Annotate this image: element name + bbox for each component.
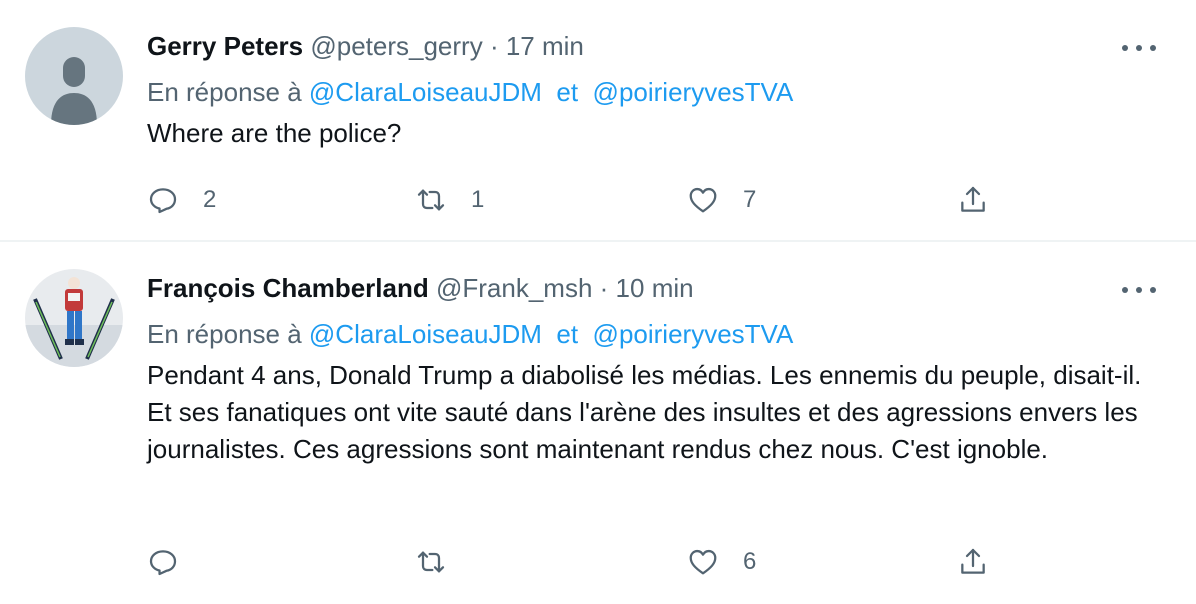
avatar-ski-jumper[interactable] xyxy=(25,269,123,367)
like-count: 6 xyxy=(743,548,757,575)
reply-button[interactable] xyxy=(147,542,203,582)
tweet-time[interactable]: 17 min xyxy=(506,31,584,61)
separator-dot: · xyxy=(599,273,609,303)
reply-context: En réponse à @ClaraLoiseauJDM et @poirie… xyxy=(147,74,1156,110)
tweet-text: Where are the police? xyxy=(147,118,402,148)
default-user-icon xyxy=(25,27,123,125)
heart-icon xyxy=(689,187,717,213)
author-handle[interactable]: @peters_gerry xyxy=(310,31,482,61)
reply-icon xyxy=(149,550,177,576)
author-handle[interactable]: @Frank_msh xyxy=(436,273,592,303)
share-button[interactable] xyxy=(957,542,989,582)
retweet-count: 1 xyxy=(471,186,485,213)
like-button[interactable]: 6 xyxy=(687,542,756,582)
tweet-gerry-peters[interactable]: Gerry Peters @peters_gerry · 17 min En r… xyxy=(0,0,1196,240)
tweet-francois-chamberland[interactable]: François Chamberland @Frank_msh · 10 min… xyxy=(0,242,1196,604)
tweet-header: Gerry Peters @peters_gerry · 17 min xyxy=(147,28,1156,64)
tweet-content: François Chamberland @Frank_msh · 10 min… xyxy=(147,270,1156,468)
heart-icon xyxy=(689,549,717,575)
reply-prefix: En réponse à xyxy=(147,77,302,107)
share-icon xyxy=(961,186,985,212)
ski-jumper-avatar-image xyxy=(25,269,123,367)
reply-button[interactable]: 2 xyxy=(147,180,216,220)
tweet-text: Pendant 4 ans, Donald Trump a diabolisé … xyxy=(147,360,1142,464)
more-icon[interactable] xyxy=(1122,280,1156,300)
reply-context: En réponse à @ClaraLoiseauJDM et @poirie… xyxy=(147,316,1156,352)
reply-icon xyxy=(149,188,177,214)
author-name[interactable]: François Chamberland xyxy=(147,273,429,303)
mention-link[interactable]: @poirieryvesTVA xyxy=(593,77,794,107)
avatar-default[interactable] xyxy=(25,27,123,125)
retweet-button[interactable]: 1 xyxy=(415,180,484,220)
more-icon[interactable] xyxy=(1122,38,1156,58)
separator-dot: · xyxy=(489,31,499,61)
share-icon xyxy=(961,548,985,574)
reply-count: 2 xyxy=(203,186,217,213)
reply-conjunction: et xyxy=(556,77,579,107)
tweet-time[interactable]: 10 min xyxy=(616,273,694,303)
tweet-content: Gerry Peters @peters_gerry · 17 min En r… xyxy=(147,28,1156,152)
tweet-header: François Chamberland @Frank_msh · 10 min xyxy=(147,270,1156,306)
tweet-actions: 6 xyxy=(147,542,1007,582)
mention-link[interactable]: @poirieryvesTVA xyxy=(593,319,794,349)
reply-conjunction: et xyxy=(556,319,579,349)
retweet-icon xyxy=(417,551,445,573)
mention-link[interactable]: @ClaraLoiseauJDM xyxy=(309,77,542,107)
author-name[interactable]: Gerry Peters xyxy=(147,31,303,61)
retweet-button[interactable] xyxy=(415,542,471,582)
like-button[interactable]: 7 xyxy=(687,180,756,220)
like-count: 7 xyxy=(743,186,757,213)
share-button[interactable] xyxy=(957,180,989,220)
reply-prefix: En réponse à xyxy=(147,319,302,349)
tweet-actions: 2 1 7 xyxy=(147,180,1007,220)
retweet-icon xyxy=(417,189,445,211)
mention-link[interactable]: @ClaraLoiseauJDM xyxy=(309,319,542,349)
